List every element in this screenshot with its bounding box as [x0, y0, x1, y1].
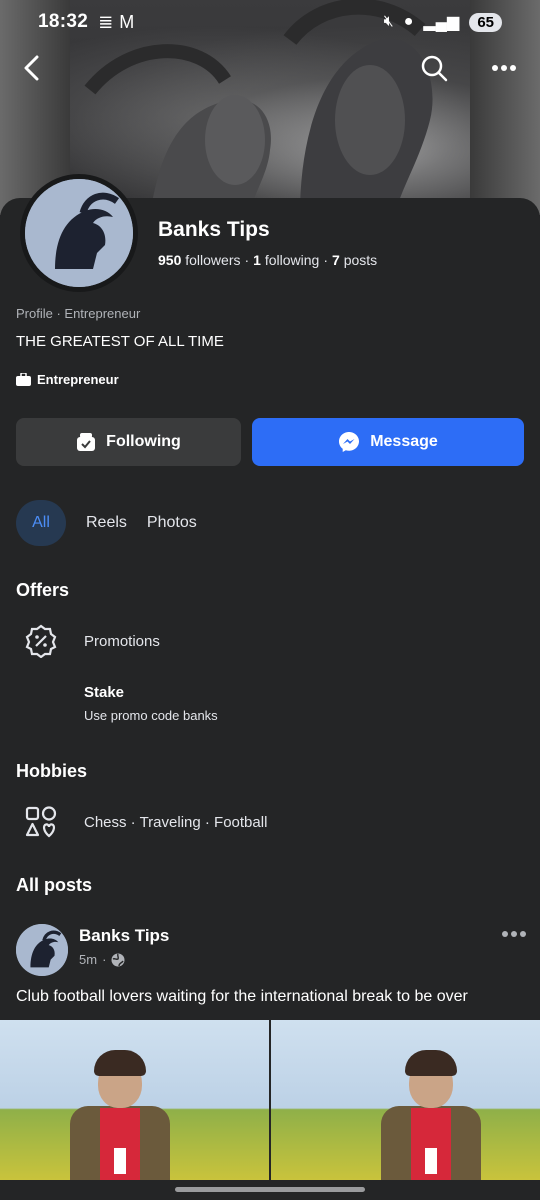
post-image[interactable]: [0, 1020, 540, 1180]
profile-tabs: All Reels Photos: [16, 500, 197, 546]
goat-silhouette-icon: [16, 924, 68, 976]
search-button[interactable]: [414, 48, 454, 88]
messenger-icon: [339, 432, 360, 452]
message-button-label: Message: [370, 433, 438, 450]
stats-separator: ·: [244, 252, 250, 268]
globe-icon: [111, 953, 125, 966]
tab-all[interactable]: All: [16, 500, 66, 546]
status-time: 18:32: [38, 11, 89, 32]
profile-tag-label: Entrepreneur: [37, 372, 119, 387]
profile-tag: Entrepreneur: [16, 372, 119, 387]
person-figure: [371, 1050, 491, 1180]
hobbies-shapes-icon: [25, 806, 57, 838]
post-text: Club football lovers waiting for the int…: [16, 988, 468, 1005]
top-nav: [0, 48, 540, 88]
post-time[interactable]: 5m: [79, 952, 97, 967]
post-author-avatar[interactable]: [16, 924, 68, 976]
profile-category: Profile · Entrepreneur: [16, 306, 141, 321]
hobbies-list: Chess · Traveling · Football: [84, 813, 268, 831]
hobbies-row[interactable]: Chess · Traveling · Football: [24, 805, 267, 839]
followers-stat[interactable]: 950 followers: [158, 252, 241, 268]
goat-silhouette-icon: [25, 179, 133, 287]
promotions-label: Promotions: [84, 632, 160, 650]
status-bar: 18:32 ≣ M 🔇︎ ● ▂▄▆ 65: [0, 0, 540, 44]
back-button[interactable]: [12, 48, 52, 88]
post-options-button[interactable]: [496, 920, 532, 948]
post-author-name[interactable]: Banks Tips: [79, 926, 169, 946]
post-image-panel-right: [271, 1020, 540, 1180]
profile-name: Banks Tips: [158, 218, 270, 241]
mail-icon: M: [119, 11, 135, 32]
post-image-panel-left: [0, 1020, 269, 1180]
tab-photos[interactable]: Photos: [147, 500, 197, 546]
meta-separator: ·: [102, 952, 107, 967]
stats-separator: ·: [323, 252, 329, 268]
promotions-row[interactable]: Promotions: [24, 624, 160, 658]
status-right: 🔇︎ ● ▂▄▆ 65: [384, 12, 502, 32]
briefcase-icon: [16, 373, 31, 386]
offer-subtitle: Use promo code banks: [84, 708, 218, 723]
message-button[interactable]: Message: [252, 418, 524, 466]
promotion-badge-icon: [25, 624, 57, 658]
following-button[interactable]: Following: [16, 418, 241, 466]
following-stat[interactable]: 1 following: [253, 252, 319, 268]
all-posts-heading: All posts: [16, 875, 93, 895]
post-meta: 5m ·: [79, 952, 125, 967]
location-icon: ●: [403, 13, 414, 30]
following-check-icon: [77, 433, 96, 451]
hobbies-heading: Hobbies: [16, 761, 88, 781]
tab-reels[interactable]: Reels: [86, 500, 127, 546]
more-dots-icon: [502, 931, 526, 937]
profile-bio: THE GREATEST OF ALL TIME: [16, 333, 224, 350]
avatar-image: [25, 179, 133, 287]
profile-avatar[interactable]: [20, 174, 138, 292]
profile-stats: 950 followers · 1 following · 7 posts: [158, 252, 377, 268]
home-indicator[interactable]: [175, 1187, 365, 1192]
more-dots-icon: [492, 65, 516, 71]
person-figure: [60, 1050, 180, 1180]
chevron-left-icon: [24, 55, 39, 81]
battery-indicator: 65: [469, 12, 502, 32]
status-notification-icons: ≣ M: [98, 12, 134, 33]
offer-title: Stake: [84, 684, 125, 701]
posts-stat[interactable]: 7 posts: [332, 252, 377, 268]
signal-icon: ▂▄▆: [423, 14, 460, 31]
mute-icon: 🔇︎: [383, 13, 394, 30]
notification-icon: ≣: [98, 11, 114, 32]
following-button-label: Following: [106, 433, 181, 450]
more-options-button[interactable]: [484, 48, 524, 88]
search-icon: [421, 55, 448, 82]
offers-heading: Offers: [16, 580, 70, 600]
